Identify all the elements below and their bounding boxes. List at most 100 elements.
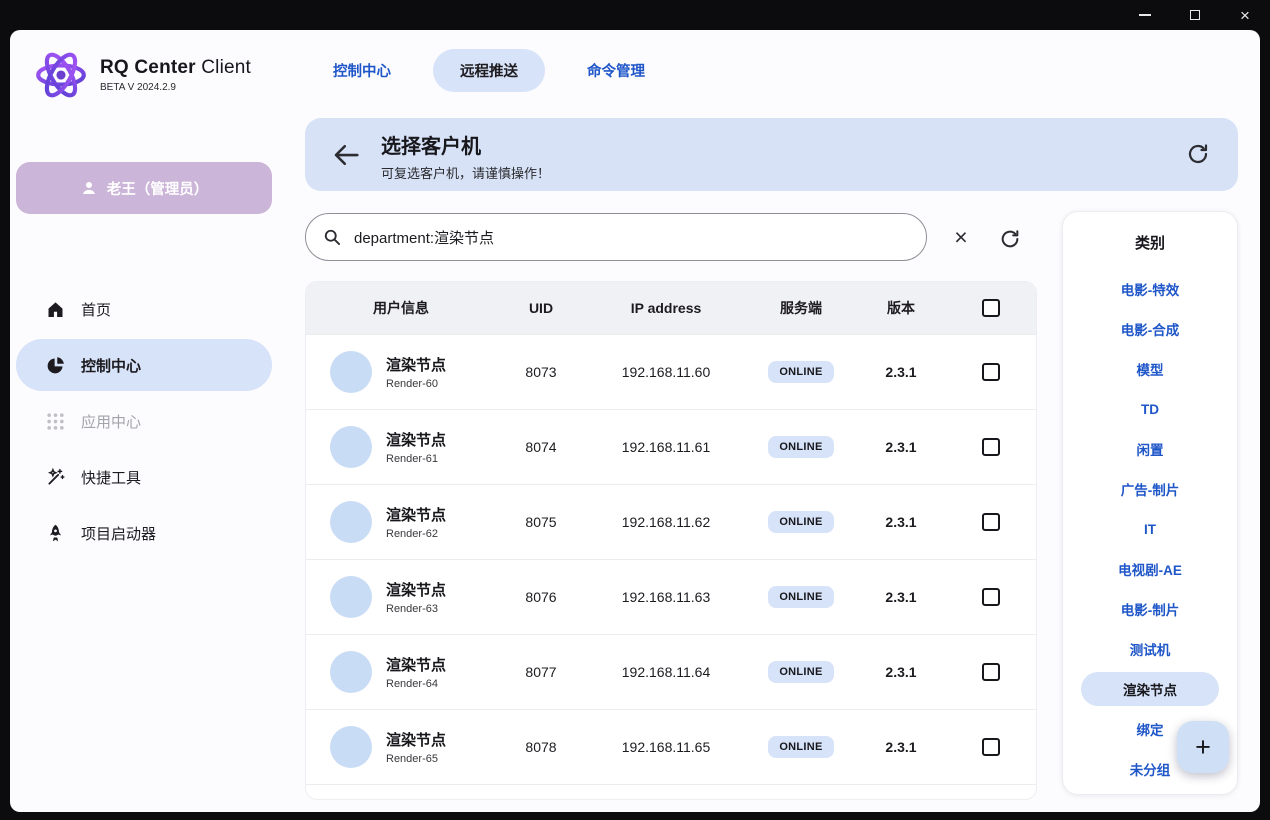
minimize-icon xyxy=(1139,14,1151,16)
sidebar-item-label: 首页 xyxy=(81,299,111,320)
tab-remote-push[interactable]: 远程推送 xyxy=(433,49,545,92)
rocket-icon xyxy=(44,522,66,544)
search-value: department:渲染节点 xyxy=(354,227,494,248)
client-ip: 192.168.11.60 xyxy=(586,364,746,380)
client-ip: 192.168.11.64 xyxy=(586,664,746,680)
sidebar-item-label: 项目启动器 xyxy=(81,523,156,544)
app-version: BETA V 2024.2.9 xyxy=(100,82,251,93)
window-titlebar: × xyxy=(0,0,1270,30)
category-item[interactable]: 广告-制片 xyxy=(1063,469,1237,509)
category-item[interactable]: 电影-制片 xyxy=(1063,589,1237,629)
app-surface: RQ Center Client BETA V 2024.2.9 老王（管理员）… xyxy=(10,30,1260,812)
row-checkbox[interactable] xyxy=(982,738,1000,756)
table-row[interactable]: 渲染节点 Render-60 8073 192.168.11.60 ONLINE… xyxy=(306,334,1036,409)
row-checkbox[interactable] xyxy=(982,513,1000,531)
category-item[interactable]: 电影-合成 xyxy=(1063,309,1237,349)
client-uid: 8078 xyxy=(496,739,586,755)
client-uid: 8074 xyxy=(496,439,586,455)
category-item-selected[interactable]: 渲染节点 xyxy=(1081,672,1219,706)
client-uid: 8075 xyxy=(496,514,586,530)
sidebar-item-label: 应用中心 xyxy=(81,411,141,432)
top-tab-bar: 控制中心 远程推送 命令管理 xyxy=(325,48,653,92)
close-button[interactable]: × xyxy=(1238,8,1252,22)
table-row[interactable]: 渲染节点 Render-61 8074 192.168.11.61 ONLINE… xyxy=(306,409,1036,484)
client-ip: 192.168.11.62 xyxy=(586,514,746,530)
maximize-button[interactable] xyxy=(1188,8,1202,22)
control-center-icon xyxy=(44,354,66,376)
category-list: 电影-特效 电影-合成 模型 TD 闲置 广告-制片 IT 电视剧-AE 电影-… xyxy=(1063,269,1237,789)
add-category-button[interactable]: + xyxy=(1177,721,1229,773)
category-item[interactable]: 闲置 xyxy=(1063,429,1237,469)
row-checkbox[interactable] xyxy=(982,438,1000,456)
row-checkbox[interactable] xyxy=(982,663,1000,681)
client-version: 2.3.1 xyxy=(856,739,946,755)
client-subname: Render-62 xyxy=(386,528,446,540)
status-badge: ONLINE xyxy=(768,511,833,533)
avatar xyxy=(330,726,372,768)
client-name: 渲染节点 xyxy=(386,354,446,375)
client-uid: 8073 xyxy=(496,364,586,380)
col-header-ip: IP address xyxy=(586,300,746,316)
sidebar-item-label: 控制中心 xyxy=(81,355,141,376)
row-checkbox[interactable] xyxy=(982,363,1000,381)
minimize-button[interactable] xyxy=(1138,8,1152,22)
category-item[interactable]: 电影-特效 xyxy=(1063,269,1237,309)
client-subname: Render-65 xyxy=(386,753,446,765)
client-subname: Render-63 xyxy=(386,603,446,615)
client-version: 2.3.1 xyxy=(856,514,946,530)
search-refresh-button[interactable] xyxy=(996,225,1024,253)
category-item[interactable]: 电视剧-AE xyxy=(1063,549,1237,589)
category-item[interactable]: 模型 xyxy=(1063,349,1237,389)
table-row[interactable]: 渲染节点 Render-64 8077 192.168.11.64 ONLINE… xyxy=(306,634,1036,709)
page-header-text: 选择客户机 可复选客户机，请谨慎操作！ xyxy=(381,130,550,182)
client-ip: 192.168.11.65 xyxy=(586,739,746,755)
search-input[interactable]: department:渲染节点 xyxy=(305,213,927,261)
tab-control-center[interactable]: 控制中心 xyxy=(325,49,399,92)
col-header-userinfo: 用户信息 xyxy=(306,298,496,318)
category-item[interactable]: 测试机 xyxy=(1063,629,1237,669)
table-header-row: 用户信息 UID IP address 服务端 版本 xyxy=(306,282,1036,334)
category-item[interactable]: TD xyxy=(1063,389,1237,429)
avatar xyxy=(330,351,372,393)
atom-logo-icon xyxy=(32,46,90,104)
sidebar-item-home[interactable]: 首页 xyxy=(16,283,272,335)
user-badge-label: 老王（管理员） xyxy=(107,178,209,199)
table-row-partial xyxy=(306,784,1036,800)
client-table: 用户信息 UID IP address 服务端 版本 渲染节点 Render-6… xyxy=(305,281,1037,800)
select-all-checkbox[interactable] xyxy=(982,299,1000,317)
magic-wand-icon xyxy=(44,466,66,488)
search-icon xyxy=(322,227,342,247)
sidebar-item-app-center[interactable]: 应用中心 xyxy=(16,395,272,447)
page-title: 选择客户机 xyxy=(381,130,550,159)
client-ip: 192.168.11.61 xyxy=(586,439,746,455)
client-name: 渲染节点 xyxy=(386,729,446,750)
client-version: 2.3.1 xyxy=(856,589,946,605)
table-row[interactable]: 渲染节点 Render-62 8075 192.168.11.62 ONLINE… xyxy=(306,484,1036,559)
col-header-version: 版本 xyxy=(856,298,946,318)
back-button[interactable] xyxy=(331,140,361,170)
col-header-server: 服务端 xyxy=(746,298,856,318)
sidebar-item-quick-tools[interactable]: 快捷工具 xyxy=(16,451,272,503)
clear-x-icon: × xyxy=(954,226,967,249)
category-panel: 类别 电影-特效 电影-合成 模型 TD 闲置 广告-制片 IT 电视剧-AE … xyxy=(1062,211,1238,795)
client-name: 渲染节点 xyxy=(386,654,446,675)
row-checkbox[interactable] xyxy=(982,588,1000,606)
avatar xyxy=(330,576,372,618)
app-title-block: RQ Center Client BETA V 2024.2.9 xyxy=(100,57,251,93)
app-window: × xyxy=(0,0,1270,820)
client-name: 渲染节点 xyxy=(386,429,446,450)
maximize-icon xyxy=(1190,10,1200,20)
banner-refresh-button[interactable] xyxy=(1186,142,1210,166)
page-header-banner: 选择客户机 可复选客户机，请谨慎操作！ xyxy=(305,118,1238,191)
client-subname: Render-60 xyxy=(386,378,446,390)
tab-command-management[interactable]: 命令管理 xyxy=(579,49,653,92)
sidebar-item-control-center[interactable]: 控制中心 xyxy=(16,339,272,391)
table-row[interactable]: 渲染节点 Render-65 8078 192.168.11.65 ONLINE… xyxy=(306,709,1036,784)
table-row[interactable]: 渲染节点 Render-63 8076 192.168.11.63 ONLINE… xyxy=(306,559,1036,634)
sidebar-item-project-launcher[interactable]: 项目启动器 xyxy=(16,507,272,559)
search-clear-button[interactable]: × xyxy=(947,223,975,251)
user-badge[interactable]: 老王（管理员） xyxy=(16,162,272,214)
category-item[interactable]: IT xyxy=(1063,509,1237,549)
status-badge: ONLINE xyxy=(768,736,833,758)
apps-grid-icon xyxy=(44,410,66,432)
